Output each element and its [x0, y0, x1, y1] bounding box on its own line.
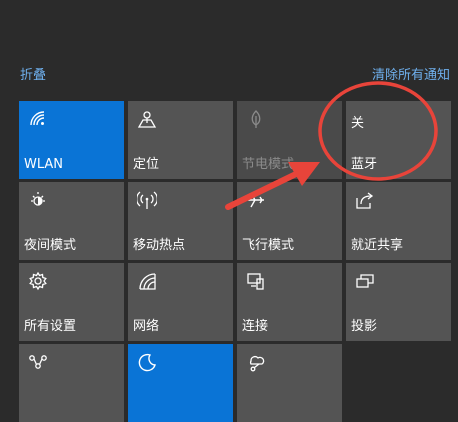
tile-battery-saver[interactable]: 节电模式 [237, 101, 342, 179]
wifi-icon [28, 109, 48, 129]
tile-label: 连接 [242, 319, 269, 334]
bluetooth-state-text: 关 [351, 116, 365, 131]
airplane-icon [246, 190, 266, 210]
tile-airplane-mode[interactable]: 飞行模式 [237, 182, 342, 260]
tile-label: 网络 [133, 319, 160, 334]
tile-screen-snip[interactable] [237, 344, 342, 422]
tile-label: 就近共享 [351, 238, 404, 253]
connect-icon [246, 271, 266, 291]
battery-saver-icon [246, 109, 266, 129]
location-icon [137, 109, 157, 129]
vpn-icon [28, 352, 48, 372]
tile-label: 移动热点 [133, 238, 186, 253]
network-icon [137, 271, 157, 291]
tile-label: 蓝牙 [351, 157, 378, 172]
tile-connect[interactable]: 连接 [237, 263, 342, 341]
clear-all-notifications-link[interactable]: 清除所有通知 [372, 64, 450, 83]
tile-label: 所有设置 [24, 319, 77, 334]
project-icon [355, 271, 375, 291]
tile-project[interactable]: 投影 [346, 263, 451, 341]
tile-mobile-hotspot[interactable]: 移动热点 [128, 182, 233, 260]
collapse-link[interactable]: 折叠 [20, 64, 46, 83]
tile-label: 飞行模式 [242, 238, 295, 253]
tile-label: 投影 [351, 319, 378, 334]
tile-label: 定位 [133, 157, 160, 172]
tile-wlan[interactable]: WLAN [19, 101, 124, 179]
tile-network[interactable]: 网络 [128, 263, 233, 341]
tile-bluetooth[interactable]: 关 蓝牙 [346, 101, 451, 179]
tile-vpn[interactable] [19, 344, 124, 422]
tile-label: WLAN [24, 157, 64, 172]
settings-gear-icon [28, 271, 48, 291]
mobile-hotspot-icon [137, 190, 157, 210]
tile-night-light[interactable]: 夜间模式 [19, 182, 124, 260]
tile-nearby-sharing[interactable]: 就近共享 [346, 182, 451, 260]
tile-focus-assist[interactable] [128, 344, 233, 422]
night-light-icon [28, 190, 48, 210]
share-icon [355, 190, 375, 210]
tile-all-settings[interactable]: 所有设置 [19, 263, 124, 341]
focus-assist-moon-icon [137, 352, 157, 372]
screen-snip-icon [246, 352, 266, 372]
tile-label: 节电模式 [242, 157, 295, 172]
tile-location[interactable]: 定位 [128, 101, 233, 179]
tile-label: 夜间模式 [24, 238, 77, 253]
